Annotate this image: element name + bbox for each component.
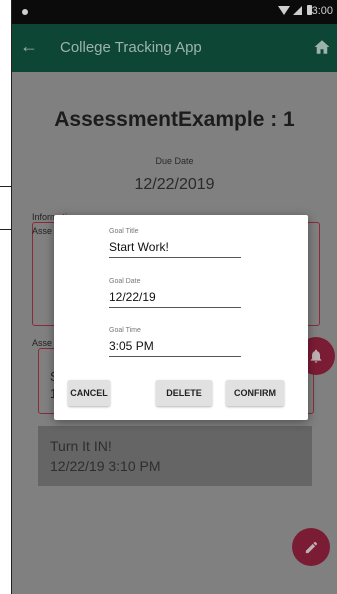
bell-icon [310, 349, 322, 363]
assessment-title: AssessmentExample : 1 [54, 108, 295, 131]
goal-date-field[interactable]: Goal Date 12/22/19 [109, 278, 241, 308]
goal-title-input[interactable]: Start Work! [109, 240, 241, 258]
frame-divider [0, 186, 12, 187]
signal-icon [293, 6, 302, 15]
arrow-left-icon[interactable]: ← [20, 36, 38, 57]
assessment-section-label: Asse [32, 338, 53, 348]
status-time: 3:00 [311, 5, 333, 17]
pencil-icon [305, 541, 317, 553]
phone-screen: 3:00 ← College Tracking App AssessmentEx… [12, 0, 337, 594]
goal-edit-dialog: Goal Title Start Work! Goal Date 12/22/1… [54, 215, 308, 420]
notification-dot-icon [22, 9, 28, 15]
due-date-value: 12/22/2019 [134, 176, 215, 193]
edit-button[interactable] [292, 528, 330, 566]
confirm-button[interactable]: CONFIRM [226, 380, 284, 406]
goal-list-item[interactable]: Turn It IN! 12/22/19 3:10 PM [38, 426, 312, 486]
toolbar-title: College Tracking App [60, 39, 202, 56]
goal-date-input[interactable]: 12/22/19 [109, 290, 241, 308]
due-date-label: Due Date [155, 156, 194, 166]
app-toolbar: ← College Tracking App [12, 24, 337, 72]
information-text: Asse [32, 226, 53, 236]
goal-time-label: Goal Time [109, 327, 141, 334]
home-icon[interactable] [313, 38, 331, 56]
goal-title-label: Goal Title [109, 228, 139, 235]
goal-time-field[interactable]: Goal Time 3:05 PM [109, 327, 241, 357]
goal-item-title: Turn It IN! [50, 438, 112, 454]
frame-divider [0, 229, 12, 230]
goal-title-field[interactable]: Goal Title Start Work! [109, 228, 241, 258]
goal-item-datetime: 12/22/19 3:10 PM [50, 458, 161, 474]
goal-date-label: Goal Date [109, 278, 141, 285]
status-bar: 3:00 [12, 0, 337, 24]
goal-time-input[interactable]: 3:05 PM [109, 339, 241, 357]
wifi-icon [278, 6, 290, 15]
cancel-button[interactable]: CANCEL [68, 380, 110, 406]
delete-button[interactable]: DELETE [156, 380, 212, 406]
